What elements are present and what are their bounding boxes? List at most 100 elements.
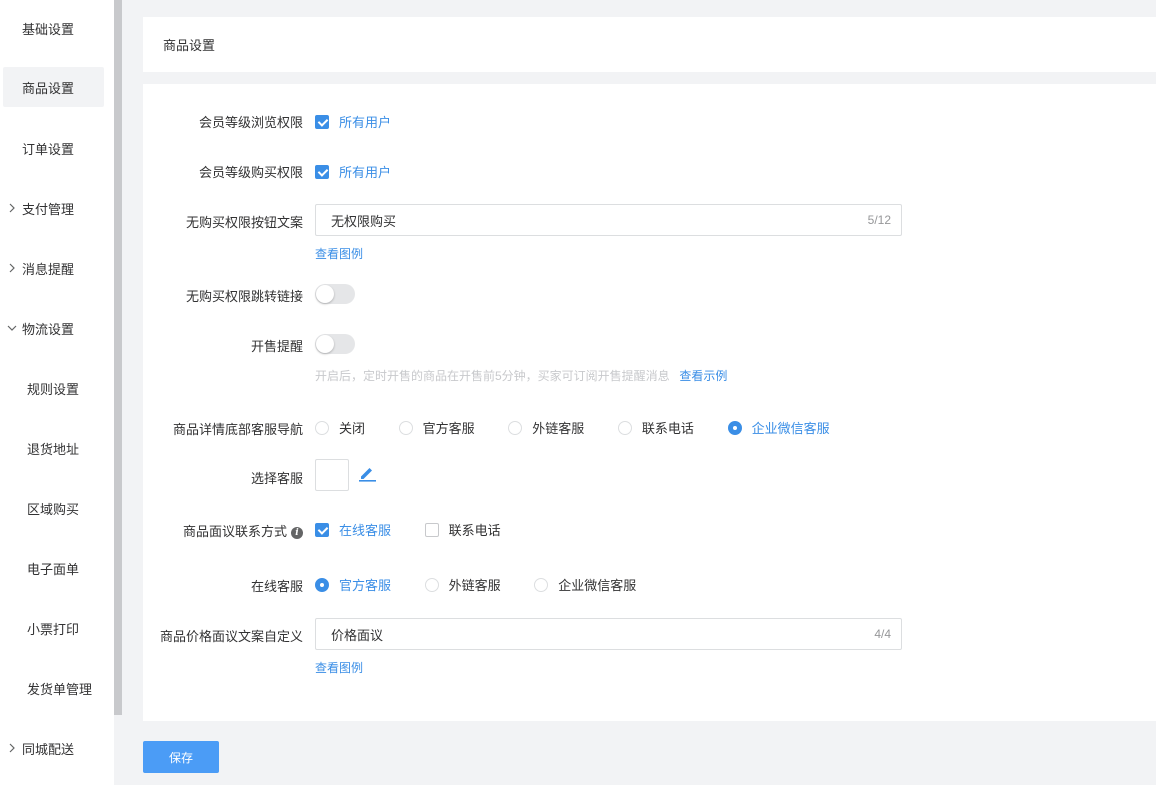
checkbox[interactable] — [424, 522, 439, 537]
sidebar-item-receipt-print[interactable]: 小票打印 — [3, 608, 104, 648]
row-choose-service: 选择客服 — [143, 459, 1156, 493]
checkbox[interactable] — [315, 164, 329, 179]
char-count: 4/4 — [874, 627, 891, 641]
online-service-option-wecom[interactable]: 企业微信客服 — [534, 575, 636, 594]
price-negotiable-text-input[interactable]: 价格面议 4/4 — [315, 618, 902, 650]
view-example-link[interactable]: 查看图例 — [315, 245, 363, 262]
page-title: 商品设置 — [163, 38, 216, 53]
sidebar-item-logistics[interactable]: 物流设置 — [3, 308, 104, 348]
save-button[interactable]: 保存 — [143, 741, 219, 773]
label-text: 商品面议联系方式 — [182, 524, 287, 539]
field-label: 会员等级浏览权限 — [198, 115, 303, 130]
sidebar-scrollbar[interactable] — [114, 0, 122, 785]
radio[interactable] — [315, 577, 329, 592]
row-negotiate-contact: 商品面议联系方式 i 在线客服 联系电话 — [143, 519, 1156, 539]
field-label: 开售提醒 — [250, 339, 303, 354]
sale-reminder-toggle[interactable] — [315, 334, 355, 354]
option-label: 联系电话 — [641, 421, 694, 436]
field-label: 商品详情底部客服导航 — [172, 422, 303, 437]
sidebar-item-product-settings[interactable]: 商品设置 — [3, 67, 104, 107]
sidebar-item-return-address[interactable]: 退货地址 — [3, 428, 104, 468]
option-label: 官方客服 — [339, 578, 392, 593]
field-label: 商品面议联系方式 i — [183, 521, 303, 540]
negotiate-phone-checkbox[interactable]: 联系电话 — [424, 520, 501, 539]
settings-form: 会员等级浏览权限 所有用户 会员等级购买权限 所有用户 无购买权限按钮文案 无权… — [143, 84, 1156, 721]
radio[interactable] — [424, 577, 439, 592]
scrollbar-thumb[interactable] — [114, 0, 122, 715]
option-label: 企业微信客服 — [751, 421, 830, 436]
row-sale-reminder: 开售提醒 开启后，定时开售的商品在开售前5分钟，买家可订阅开售提醒消息 查看示例 — [143, 334, 1156, 384]
field-label: 无购买权限按钮文案 — [185, 215, 303, 230]
sidebar-item-label: 商品设置 — [22, 80, 75, 96]
sidebar: 基础设置 商品设置 订单设置 支付管理 消息提醒 物流设置 规则设置 退货地址 … — [0, 0, 114, 785]
chevron-down-icon — [6, 308, 18, 348]
chevron-right-icon — [6, 248, 18, 288]
service-image-slot[interactable] — [315, 459, 349, 491]
no-permission-link-toggle[interactable] — [315, 284, 355, 304]
radio[interactable] — [617, 420, 632, 435]
row-buy-permission: 会员等级购买权限 所有用户 — [143, 160, 1156, 180]
field-label: 会员等级购买权限 — [198, 165, 303, 180]
field-label: 商品价格面议文案自定义 — [159, 629, 303, 644]
sidebar-item-messages[interactable]: 消息提醒 — [3, 248, 104, 288]
no-permission-button-text-input[interactable]: 无权限购买 5/12 — [315, 204, 902, 236]
service-nav-option-official[interactable]: 官方客服 — [398, 418, 475, 437]
sidebar-item-rules[interactable]: 规则设置 — [3, 368, 104, 408]
sidebar-item-e-waybill[interactable]: 电子面单 — [3, 548, 104, 588]
hint-text: 开启后，定时开售的商品在开售前5分钟，买家可订阅开售提醒消息 — [315, 369, 670, 383]
radio[interactable] — [534, 577, 549, 592]
row-no-permission-button-text: 无购买权限按钮文案 无权限购买 5/12 查看图例 — [143, 204, 1156, 264]
info-icon[interactable]: i — [291, 526, 303, 539]
service-nav-option-close[interactable]: 关闭 — [315, 418, 365, 437]
online-service-option-external[interactable]: 外链客服 — [424, 575, 501, 594]
sidebar-item-label: 基础设置 — [22, 21, 75, 37]
sidebar-item-basic-settings[interactable]: 基础设置 — [3, 8, 104, 48]
sidebar-item-order-settings[interactable]: 订单设置 — [3, 128, 104, 168]
sidebar-item-payment[interactable]: 支付管理 — [3, 188, 104, 228]
service-nav-option-wecom[interactable]: 企业微信客服 — [727, 418, 830, 437]
buy-all-users-checkbox[interactable]: 所有用户 — [315, 162, 391, 181]
sidebar-item-label: 订单设置 — [22, 141, 75, 157]
service-nav-option-phone[interactable]: 联系电话 — [617, 418, 694, 437]
chevron-right-icon — [6, 728, 18, 768]
browse-all-users-checkbox[interactable]: 所有用户 — [315, 112, 391, 131]
row-service-nav: 商品详情底部客服导航 关闭 官方客服 外链客服 联系电话 企业微信客服 — [143, 417, 1156, 437]
row-price-negotiable-text: 商品价格面议文案自定义 价格面议 4/4 查看图例 — [143, 618, 1156, 678]
field-label: 选择客服 — [250, 471, 303, 486]
service-nav-radio-group: 关闭 官方客服 外链客服 联系电话 企业微信客服 — [315, 418, 830, 438]
sidebar-item-label: 发货单管理 — [27, 681, 93, 697]
option-label: 企业微信客服 — [558, 578, 637, 593]
radio[interactable] — [315, 420, 329, 435]
radio[interactable] — [398, 420, 413, 435]
sale-reminder-hint: 开启后，定时开售的商品在开售前5分钟，买家可订阅开售提醒消息 查看示例 — [315, 367, 727, 384]
input-value: 价格面议 — [331, 627, 384, 643]
option-label: 外链客服 — [448, 578, 501, 593]
sidebar-item-delivery-note[interactable]: 发货单管理 — [3, 668, 104, 708]
view-sample-link[interactable]: 查看示例 — [679, 369, 727, 383]
radio[interactable] — [508, 420, 523, 435]
radio[interactable] — [727, 420, 742, 435]
sidebar-item-label: 消息提醒 — [22, 261, 75, 277]
sidebar-item-local-delivery[interactable]: 同城配送 — [3, 728, 104, 768]
option-label: 所有用户 — [339, 165, 392, 180]
negotiate-online-service-checkbox[interactable]: 在线客服 — [315, 520, 391, 539]
service-nav-option-external[interactable]: 外链客服 — [508, 418, 584, 437]
online-service-radio-group: 官方客服 外链客服 企业微信客服 — [315, 575, 636, 595]
input-value: 无权限购买 — [331, 213, 397, 229]
page-header: 商品设置 — [143, 17, 1156, 72]
sidebar-item-region-purchase[interactable]: 区域购买 — [3, 488, 104, 528]
sidebar-item-label: 同城配送 — [22, 741, 75, 757]
online-service-option-official[interactable]: 官方客服 — [315, 575, 391, 594]
option-label: 在线客服 — [339, 523, 392, 538]
checkbox[interactable] — [315, 522, 329, 537]
row-browse-permission: 会员等级浏览权限 所有用户 — [143, 110, 1156, 130]
option-label: 外链客服 — [532, 421, 585, 436]
field-label: 在线客服 — [250, 579, 303, 594]
field-label: 无购买权限跳转链接 — [185, 289, 303, 304]
view-example-link[interactable]: 查看图例 — [315, 659, 363, 676]
pencil-icon[interactable] — [358, 464, 376, 485]
negotiate-contact-checkbox-group: 在线客服 联系电话 — [315, 520, 501, 540]
checkbox[interactable] — [315, 114, 329, 129]
choose-service-control — [315, 459, 376, 491]
option-label: 关闭 — [339, 421, 366, 436]
